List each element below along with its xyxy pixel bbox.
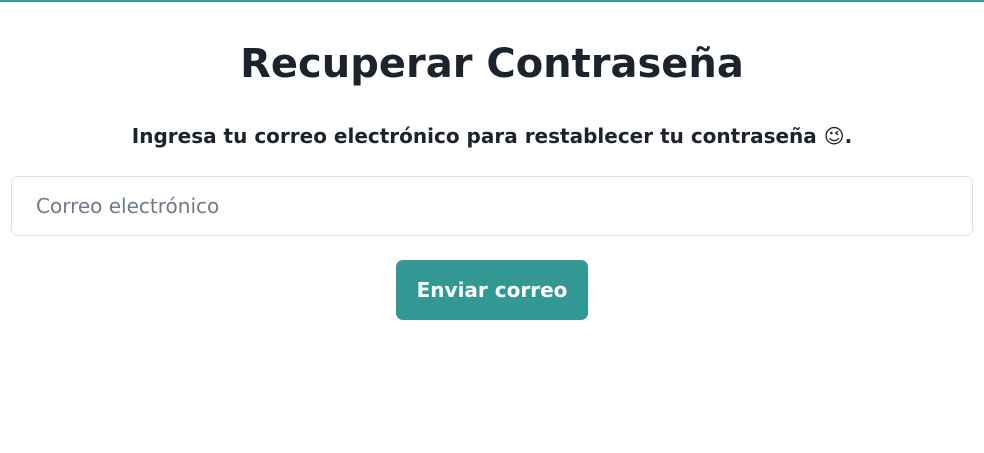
top-accent-bar [0, 0, 984, 2]
page-title: Recuperar Contraseña [240, 41, 744, 87]
page-subtitle: Ingresa tu correo electrónico para resta… [0, 121, 984, 151]
winking-face-emoji-icon: 😉 [823, 124, 845, 148]
send-email-button[interactable]: Enviar correo [396, 260, 588, 320]
page-subtitle-period: . [844, 124, 853, 148]
email-field[interactable] [11, 176, 973, 236]
page-subtitle-text: Ingresa tu correo electrónico para resta… [131, 124, 817, 148]
